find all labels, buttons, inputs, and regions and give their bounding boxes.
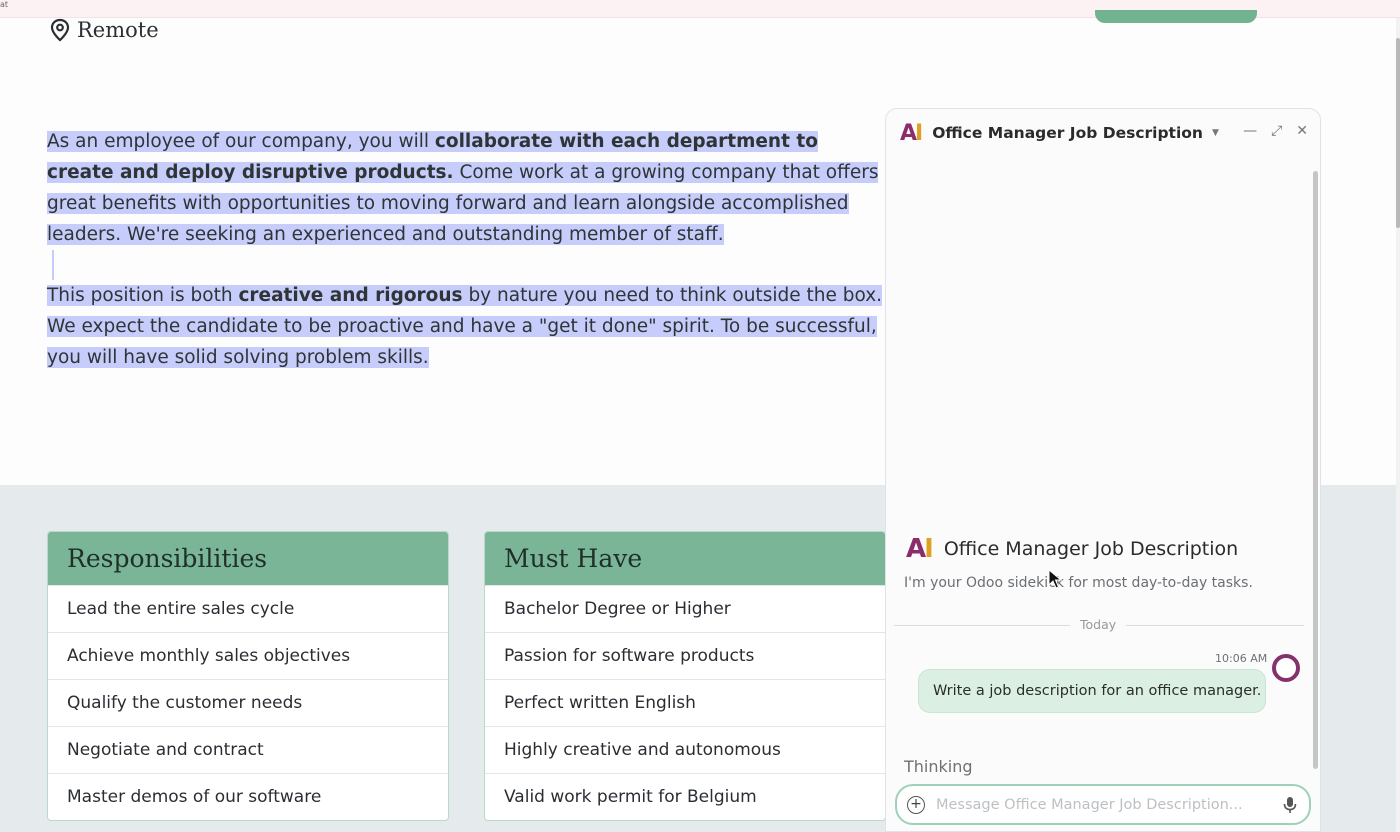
- chevron-down-icon[interactable]: ▼: [1212, 128, 1219, 138]
- job-description[interactable]: As an employee of our company, you will …: [47, 126, 887, 373]
- p1-text-a: As an employee of our company, you will: [47, 131, 435, 152]
- list-item: Qualify the customer needs: [48, 679, 448, 726]
- job-location: Remote: [49, 18, 159, 42]
- description-paragraph-1: As an employee of our company, you will …: [47, 126, 887, 250]
- intro-subtitle: I'm your Odoo sidekick for most day-to-d…: [904, 575, 1253, 591]
- paragraph-gap: [47, 250, 887, 280]
- chat-scrollbar[interactable]: [1313, 171, 1318, 769]
- responsibilities-card: Responsibilities Lead the entire sales c…: [47, 531, 449, 821]
- map-pin-icon: [50, 18, 70, 42]
- microphone-icon[interactable]: [1283, 796, 1297, 814]
- user-message: Write a job description for an office ma…: [918, 669, 1266, 713]
- day-separator: Today: [894, 617, 1304, 633]
- responsibilities-title: Responsibilities: [48, 532, 448, 585]
- message-input[interactable]: [936, 796, 1266, 813]
- list-item: Lead the entire sales cycle: [48, 585, 448, 632]
- list-item: Highly creative and autonomous: [485, 726, 885, 773]
- list-item: Perfect written English: [485, 679, 885, 726]
- ai-chat-window: AI Office Manager Job Description ▼ — ⤢ …: [885, 108, 1321, 832]
- location-label: Remote: [77, 18, 159, 42]
- chat-intro: AI Office Manager Job Description: [906, 534, 1238, 564]
- intro-title: Office Manager Job Description: [943, 538, 1239, 560]
- list-item: Bachelor Degree or Higher: [485, 585, 885, 632]
- must-have-card: Must Have Bachelor Degree or Higher Pass…: [484, 531, 886, 821]
- list-item: Master demos of our software: [48, 773, 448, 820]
- chat-title[interactable]: Office Manager Job Description: [932, 124, 1203, 142]
- top-strip-label: at: [0, 0, 9, 9]
- must-have-title: Must Have: [485, 532, 885, 585]
- description-paragraph-2: This position is both creative and rigor…: [47, 280, 887, 373]
- ai-logo-icon: AI: [906, 534, 934, 564]
- message-composer[interactable]: +: [895, 784, 1311, 825]
- list-item: Negotiate and contract: [48, 726, 448, 773]
- page-scrollbar-thumb[interactable]: [1396, 38, 1400, 228]
- expand-icon[interactable]: ⤢: [1271, 123, 1282, 139]
- minimize-icon[interactable]: —: [1243, 123, 1257, 139]
- list-item: Achieve monthly sales objectives: [48, 632, 448, 679]
- close-icon[interactable]: ✕: [1296, 123, 1308, 139]
- cursor-icon: [1048, 569, 1062, 589]
- chat-header[interactable]: AI Office Manager Job Description ▼ — ⤢ …: [886, 109, 1320, 157]
- ai-logo-icon: AI: [900, 120, 923, 146]
- list-item: Valid work permit for Belgium: [485, 773, 885, 820]
- list-item: Passion for software products: [485, 632, 885, 679]
- apply-button-edge[interactable]: [1095, 10, 1257, 23]
- avatar[interactable]: [1272, 654, 1300, 682]
- message-timestamp: 10:06 AM: [1215, 652, 1268, 665]
- add-icon[interactable]: +: [907, 795, 925, 814]
- status-thinking: Thinking: [904, 757, 973, 776]
- p2-text-a: This position is both: [47, 285, 239, 306]
- day-separator-label: Today: [1080, 617, 1117, 632]
- page-scrollbar[interactable]: [1396, 18, 1400, 832]
- p2-text-bold: creative and rigorous: [238, 285, 463, 306]
